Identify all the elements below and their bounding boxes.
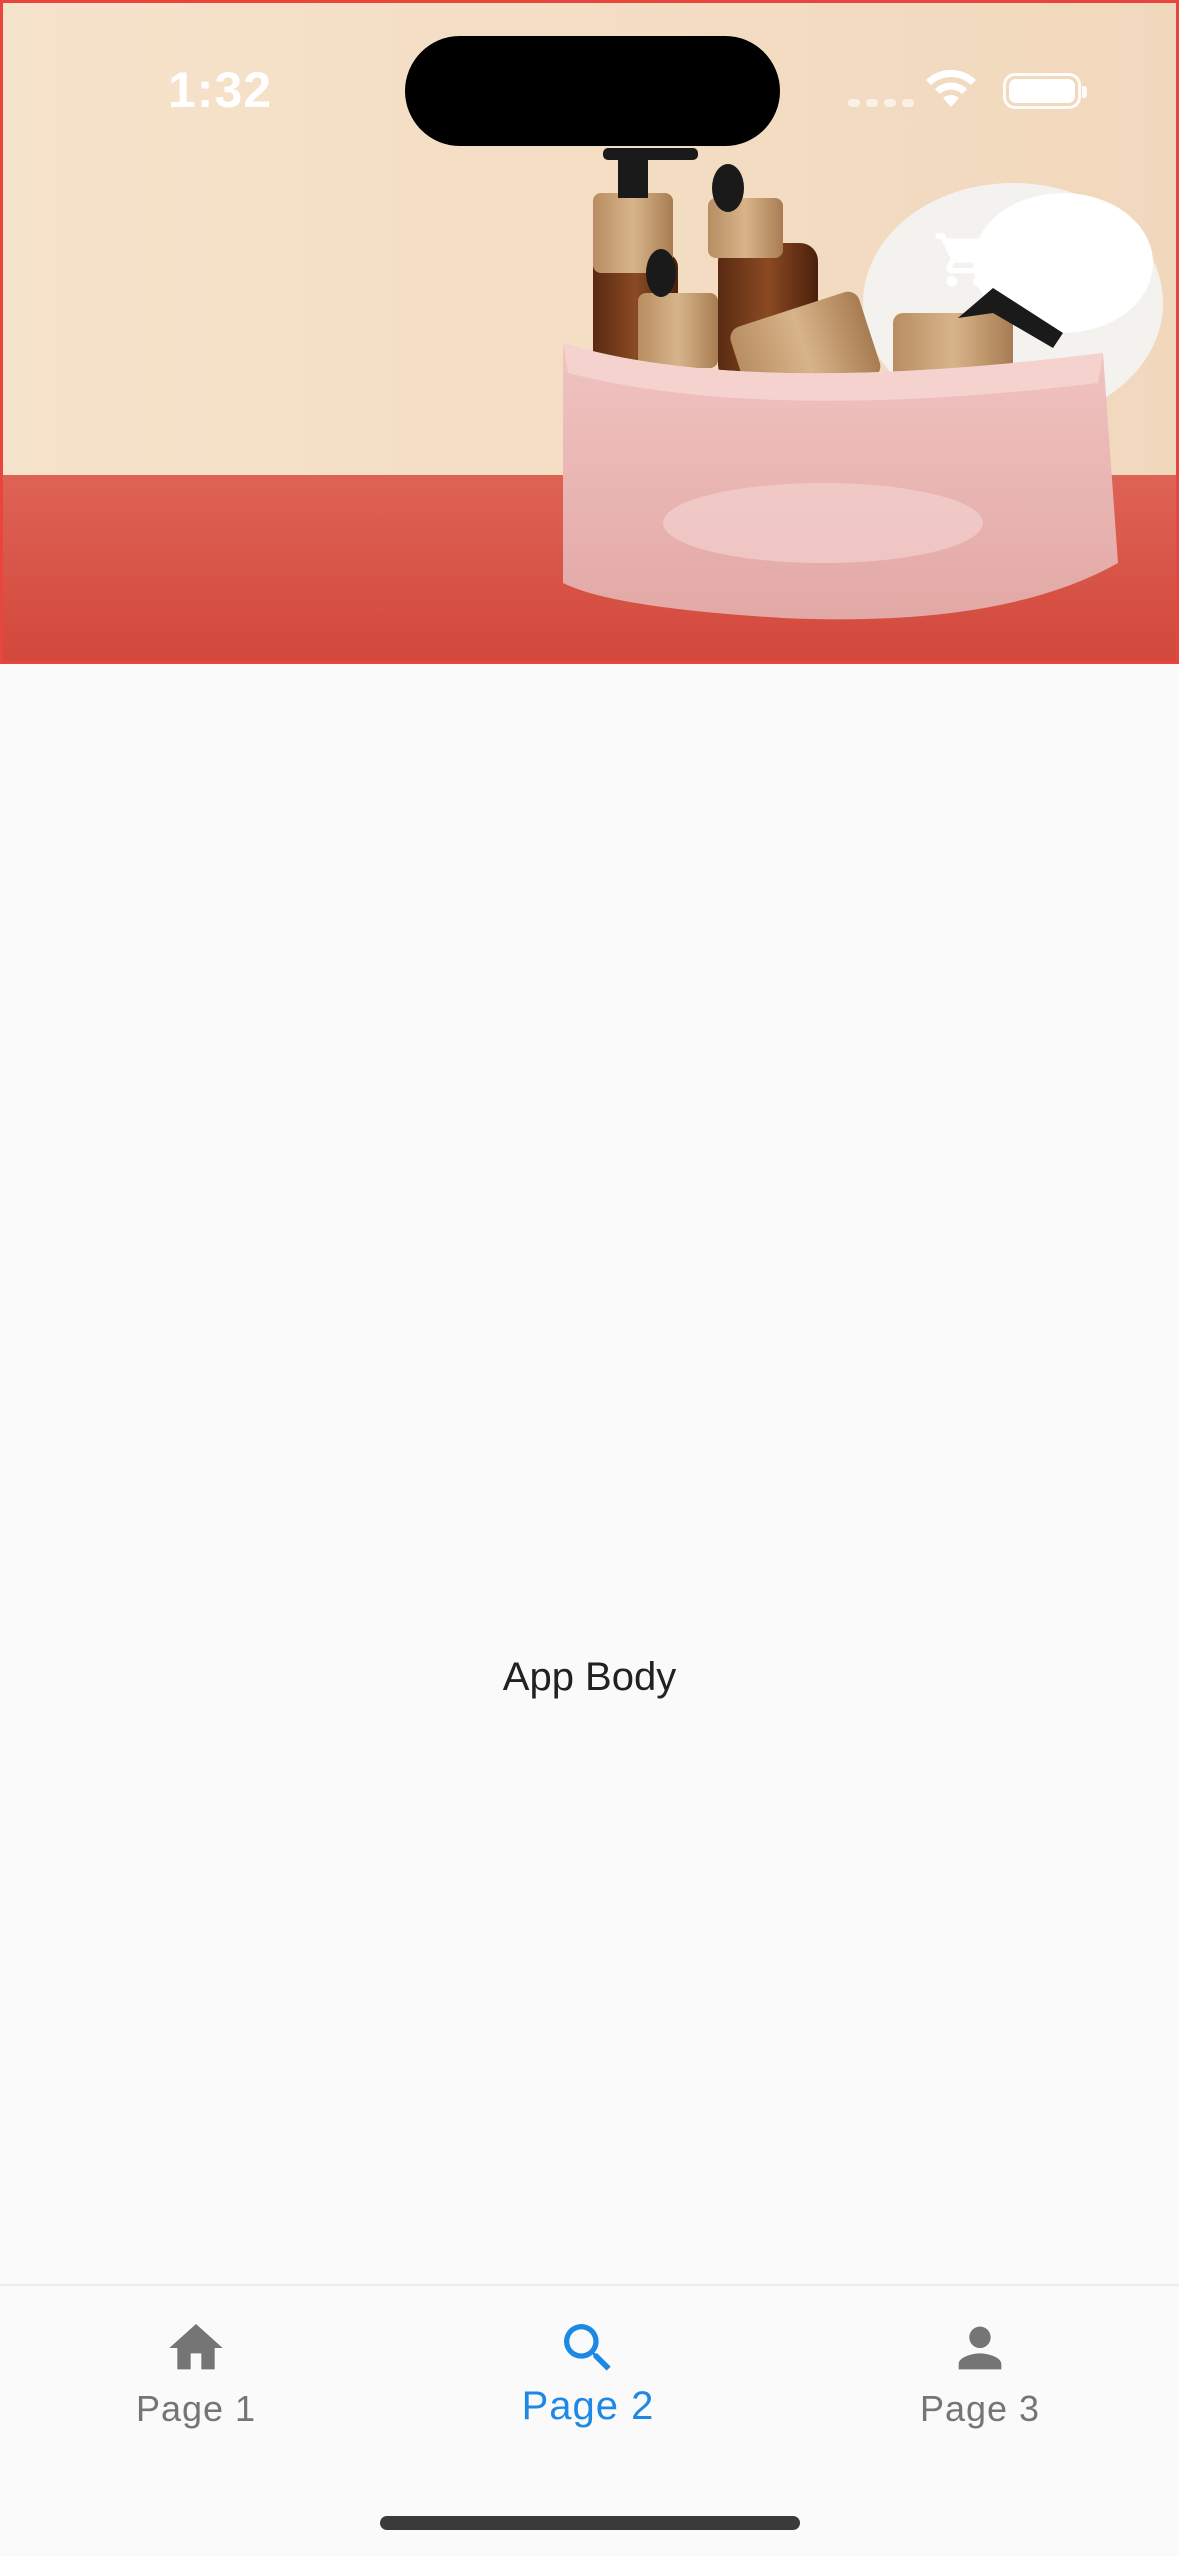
nav-item-page-1[interactable]: Page 1: [76, 2316, 316, 2430]
battery-icon: [1003, 73, 1087, 109]
nav-item-label: Page 3: [919, 2388, 1041, 2429]
status-time: 1:32: [168, 62, 273, 118]
search-icon: [564, 2324, 611, 2371]
cellular-signal-icon: [848, 99, 914, 107]
nav-item-page-2[interactable]: Page 2: [468, 2316, 708, 2429]
home-icon: [169, 2324, 223, 2370]
nav-item-page-3[interactable]: Page 3: [860, 2316, 1100, 2430]
cart-icon[interactable]: [933, 228, 997, 292]
bell-icon[interactable]: [1081, 228, 1139, 292]
wifi-icon: [926, 69, 976, 107]
header-banner-image: 1:32: [0, 0, 1179, 664]
app-body-text: App Body: [502, 1655, 677, 1699]
person-icon: [958, 2326, 1002, 2370]
nav-item-label: Page 1: [135, 2388, 257, 2429]
home-indicator[interactable]: [380, 2516, 800, 2530]
nav-item-label: Page 2: [521, 2384, 655, 2428]
dynamic-island: [405, 36, 780, 146]
